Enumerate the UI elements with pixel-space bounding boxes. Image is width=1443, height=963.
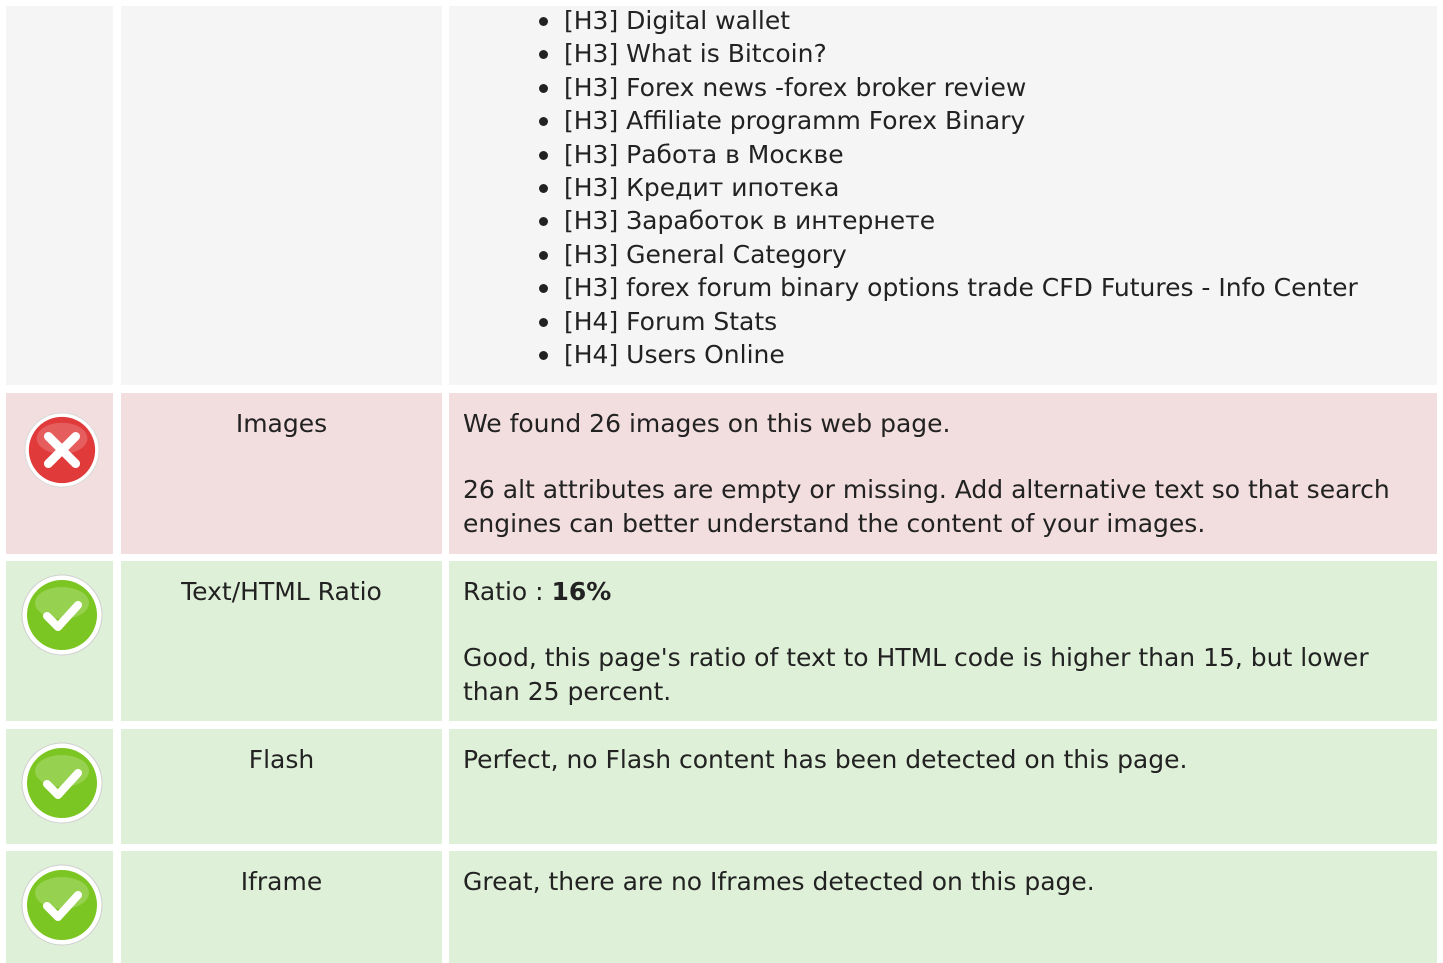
flash-description: Perfect, no Flash content has been detec… xyxy=(463,743,1417,777)
check-label: Text/HTML Ratio xyxy=(181,577,382,606)
list-item: [H3] Работа в Москве xyxy=(537,138,1358,171)
iframe-row: Iframe Great, there are no Iframes detec… xyxy=(0,851,1443,963)
headings-list: [H3] Digital wallet [H3] What is Bitcoin… xyxy=(537,4,1358,371)
headings-row: [H3] Digital wallet [H3] What is Bitcoin… xyxy=(0,0,1443,385)
images-description: We found 26 images on this web page. 26 … xyxy=(463,407,1417,541)
check-label: Images xyxy=(235,409,328,438)
ratio-description: Ratio : 16% Good, this page's ratio of t… xyxy=(463,575,1417,709)
list-item: [H3] forex forum binary options trade CF… xyxy=(537,271,1358,304)
images-icon-cell xyxy=(6,393,113,554)
images-advice: 26 alt attributes are empty or missing. … xyxy=(463,475,1390,538)
check-circle-icon xyxy=(21,742,103,824)
ratio-value: 16% xyxy=(551,577,612,606)
list-item: [H4] Users Online xyxy=(537,338,1358,371)
flash-summary: Perfect, no Flash content has been detec… xyxy=(463,745,1188,774)
seo-report-table: [H3] Digital wallet [H3] What is Bitcoin… xyxy=(0,0,1443,963)
list-item: [H3] What is Bitcoin? xyxy=(537,37,1358,70)
iframe-description: Great, there are no Iframes detected on … xyxy=(463,865,1417,899)
list-item: [H4] Forum Stats xyxy=(537,305,1358,338)
list-item: [H3] Digital wallet xyxy=(537,4,1358,37)
headings-icon-cell xyxy=(6,6,113,385)
check-label: Iframe xyxy=(240,867,323,896)
list-item: [H3] Заработок в интернете xyxy=(537,204,1358,237)
iframe-icon-cell xyxy=(6,851,113,963)
check-label: Flash xyxy=(248,745,315,774)
headings-desc-cell: [H3] Digital wallet [H3] What is Bitcoin… xyxy=(449,6,1437,385)
images-desc-cell: We found 26 images on this web page. 26 … xyxy=(449,393,1437,554)
ratio-line: Ratio : 16% xyxy=(463,577,612,606)
flash-name-cell: Flash xyxy=(121,729,442,844)
iframe-desc-cell: Great, there are no Iframes detected on … xyxy=(449,851,1437,963)
flash-desc-cell: Perfect, no Flash content has been detec… xyxy=(449,729,1437,844)
flash-icon-cell xyxy=(6,729,113,844)
ratio-advice: Good, this page's ratio of text to HTML … xyxy=(463,643,1369,706)
list-item: [H3] Affiliate programm Forex Binary xyxy=(537,104,1358,137)
iframe-name-cell: Iframe xyxy=(121,851,442,963)
flash-row: Flash Perfect, no Flash content has been… xyxy=(0,729,1443,844)
images-name-cell: Images xyxy=(121,393,442,554)
images-summary: We found 26 images on this web page. xyxy=(463,409,951,438)
images-row: Images We found 26 images on this web pa… xyxy=(0,393,1443,554)
ratio-row: Text/HTML Ratio Ratio : 16% Good, this p… xyxy=(0,561,1443,721)
list-item: [H3] Кредит ипотека xyxy=(537,171,1358,204)
error-x-circle-icon xyxy=(24,412,100,488)
headings-name-cell xyxy=(121,6,442,385)
iframe-summary: Great, there are no Iframes detected on … xyxy=(463,867,1095,896)
ratio-name-cell: Text/HTML Ratio xyxy=(121,561,442,721)
list-item: [H3] Forex news -forex broker review xyxy=(537,71,1358,104)
ratio-desc-cell: Ratio : 16% Good, this page's ratio of t… xyxy=(449,561,1437,721)
check-circle-icon xyxy=(21,574,103,656)
list-item: [H3] General Category xyxy=(537,238,1358,271)
ratio-icon-cell xyxy=(6,561,113,721)
check-circle-icon xyxy=(21,864,103,946)
